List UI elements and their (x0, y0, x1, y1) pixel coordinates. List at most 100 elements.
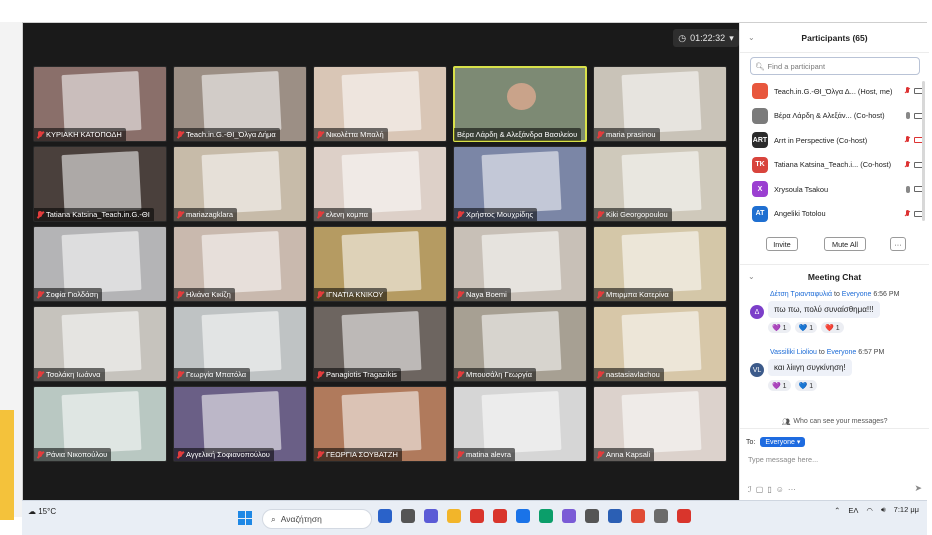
more-icon[interactable]: ··· (788, 485, 796, 494)
invite-button[interactable]: Invite (766, 237, 798, 251)
sender-name[interactable]: Δέτση Τριανταφυλιά (770, 291, 832, 298)
video-tile[interactable]: ελενη κομπα (313, 146, 447, 222)
sender-name[interactable]: Vassiliki Lioliou (770, 349, 817, 356)
collapse-chevron-icon[interactable]: ⌄ (748, 272, 755, 281)
chevron-up-icon[interactable]: ⌃ (834, 506, 840, 515)
video-tile[interactable]: Νικολέττα Μπαλή (313, 66, 447, 142)
file-explorer-icon[interactable] (447, 509, 461, 523)
to-word: to (818, 349, 825, 356)
muted-mic-icon (457, 370, 463, 379)
participant-row[interactable]: AT Angeliki Totolou (740, 202, 929, 227)
video-tile[interactable]: Anna Kapsali (593, 386, 727, 462)
format-icon[interactable]: ℐ (748, 485, 752, 494)
weather-widget[interactable]: ☁ 15°C (28, 507, 56, 516)
video-tile[interactable]: Χρήστος Μουχρίδης (453, 146, 587, 222)
video-tile[interactable]: Μπουσάλη Γεωργία (453, 306, 587, 382)
participant-row[interactable]: ART Arrt in Perspective (Co-host) (740, 128, 929, 153)
video-tile[interactable]: Σοφία Γιολδάση (33, 226, 167, 302)
video-tile[interactable]: Teach.in.G.-ΘΙ_Όλγα Δήμα (173, 66, 307, 142)
message-text[interactable]: και λίιιγη συγκίνηση! (768, 359, 852, 376)
message-text[interactable]: πω πω, πολύ συναίσθημα!!! (768, 301, 880, 318)
chat-input[interactable]: Type message here... (748, 455, 818, 464)
drawing-image (201, 310, 282, 375)
reaction-chip[interactable]: 💜 1 (768, 380, 791, 391)
pdf-app-icon[interactable] (470, 509, 484, 523)
teams-app-icon[interactable] (424, 509, 438, 523)
browser-app-icon[interactable] (378, 509, 392, 523)
tile-name-text: Γεωργία Μπατόλα (186, 370, 247, 379)
video-tile[interactable]: Γεωργία Μπατόλα (173, 306, 307, 382)
mic-icon (906, 112, 910, 120)
participant-name: Teach.in.G.-ΘΙ_Όλγα Δ... (Host, me) (774, 86, 893, 96)
collapse-chevron-icon[interactable]: ⌄ (748, 33, 755, 42)
settings-app-icon[interactable] (654, 509, 668, 523)
more-options-button[interactable]: ··· (890, 237, 906, 251)
participant-row[interactable]: Teach.in.G.-ΘΙ_Όλγα Δ... (Host, me) (740, 79, 929, 104)
video-tile[interactable]: Βέρα Λάρδη & Αλεξάνδρα Βασιλείου (453, 66, 587, 142)
app-icon[interactable] (585, 509, 599, 523)
volume-icon[interactable]: 🔊︎ (881, 505, 886, 515)
taskbar-search[interactable]: ⌕ Αναζήτηση (262, 509, 372, 529)
reaction-chip[interactable]: 💜 1 (768, 322, 791, 333)
screenshot-icon[interactable]: ▢ (756, 485, 764, 494)
tile-name-text: Νικολέττα Μπαλή (326, 130, 384, 139)
reaction-bar: 💜 1 💙 1 (768, 380, 926, 391)
tile-name-text: Βέρα Λάρδη & Αλεξάνδρα Βασιλείου (457, 130, 578, 139)
tile-name-label: Βέρα Λάρδη & Αλεξάνδρα Βασιλείου (454, 128, 582, 141)
video-tile[interactable]: ΙΓΝΑΤΙΑ ΚΝΙΚΟΥ (313, 226, 447, 302)
avatar: TK (752, 156, 768, 173)
participant-scrollbar[interactable] (922, 81, 925, 221)
video-tile[interactable]: maria prasinou (593, 66, 727, 142)
recipient-dropdown[interactable]: Everyone ▾ (760, 437, 806, 447)
video-tile[interactable]: nastasiavlachou (593, 306, 727, 382)
video-tile[interactable]: Τσολάκη Ιωάννα (33, 306, 167, 382)
search-icon: 🔍︎ (755, 61, 765, 71)
taskbar-clock[interactable]: 7:12 μμ (894, 505, 919, 515)
video-tile[interactable]: Tatiana Katsina_Teach.in.G.-ΘΙ (33, 146, 167, 222)
video-tile[interactable]: Μπιρμπα Κατερίνα (593, 226, 727, 302)
chrome-app-icon[interactable] (631, 509, 645, 523)
send-icon[interactable]: ➤ (914, 483, 922, 494)
participant-search-input[interactable]: 🔍︎ Find a participant (750, 57, 920, 75)
desktop-accent-shape (0, 410, 14, 520)
participant-row[interactable]: X Xrysoula Tsakou (740, 177, 929, 202)
language-indicator[interactable]: ΕΛ (848, 506, 858, 515)
pdf-app-icon-2[interactable] (493, 509, 507, 523)
video-tile[interactable]: ΚΥΡΙΑΚΗ ΚΑΤΟΠΟΔΗ (33, 66, 167, 142)
reaction-chip[interactable]: ❤️ 1 (821, 322, 844, 333)
viber-app-icon[interactable] (562, 509, 576, 523)
word-app-icon[interactable] (608, 509, 622, 523)
windows-start-icon[interactable] (238, 511, 252, 525)
tile-name-text: Τσολάκη Ιωάννα (46, 370, 101, 379)
emoji-icon[interactable]: ☺ (776, 485, 784, 494)
video-tile[interactable]: Ηλιάνα Κικίζη (173, 226, 307, 302)
video-tile[interactable]: Kiki Georgopoulou (593, 146, 727, 222)
file-icon[interactable]: ▯ (767, 485, 771, 494)
video-tile[interactable]: ΓΕΩΡΓΙΑ ΣΟΥΒΑΤΖΗ (313, 386, 447, 462)
drawing-image (61, 310, 142, 375)
reaction-chip[interactable]: 💙 1 (794, 322, 818, 333)
video-tile[interactable]: Αγγελική Σοφιανοπούλου (173, 386, 307, 462)
reaction-chip[interactable]: 💙 1 (794, 380, 818, 391)
system-tray: ⌃ ΕΛ ◠ 🔊︎ 7:12 μμ (834, 505, 919, 515)
participant-row[interactable]: TK Tatiana Katsina_Teach.i... (Co-host) (740, 153, 929, 178)
chat-tools: ℐ ▢ ▯ ☺ ··· (748, 485, 796, 494)
participant-row[interactable]: Βέρα Λάρδη & Αλεξάν... (Co-host) (740, 104, 929, 129)
zoom-app-icon[interactable] (516, 509, 530, 523)
mute-all-button[interactable]: Mute All (824, 237, 866, 251)
video-tile[interactable]: mariazagklara (173, 146, 307, 222)
edge-app-icon[interactable] (539, 509, 553, 523)
video-tile[interactable]: Ράνια Νικοπούλου (33, 386, 167, 462)
video-tile[interactable]: Naya Boemi (453, 226, 587, 302)
video-tile[interactable]: Panagiotis Tragazikis (313, 306, 447, 382)
participant-name: Arrt in Perspective (Co-host) (774, 135, 868, 145)
who-can-see-link[interactable]: 👥︎ Who can see your messages? (740, 415, 929, 429)
tile-name-text: Σοφία Γιολδάση (46, 290, 99, 299)
acrobat-app-icon[interactable] (677, 509, 691, 523)
meeting-timer[interactable]: ◷ 01:22:32 ▾ (673, 29, 739, 47)
muted-mic-icon (37, 210, 43, 219)
video-tile[interactable]: matina alevra (453, 386, 587, 462)
wifi-icon[interactable]: ◠ (866, 506, 873, 515)
tile-name-text: Tatiana Katsina_Teach.in.G.-ΘΙ (46, 210, 150, 219)
task-view-icon[interactable] (401, 509, 415, 523)
